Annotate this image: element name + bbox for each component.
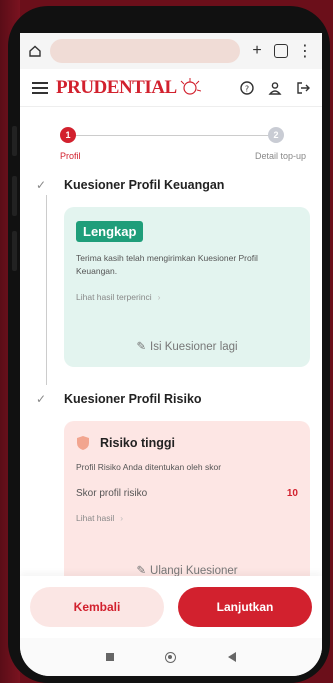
menu-icon[interactable] bbox=[32, 79, 48, 97]
check-icon: ✓ bbox=[36, 392, 47, 406]
step-1-circle: 1 bbox=[60, 127, 76, 143]
step-1-label: Profil bbox=[60, 151, 81, 161]
logo: PRUDENTIAL bbox=[56, 77, 201, 99]
risk-level: Risiko tinggi bbox=[100, 436, 175, 450]
app-header: PRUDENTIAL ? bbox=[20, 69, 322, 107]
back-nav-icon[interactable] bbox=[228, 652, 237, 662]
financial-section-header: ✓ Kuesioner Profil Keuangan bbox=[20, 171, 322, 199]
tabs-icon[interactable] bbox=[274, 44, 288, 58]
risk-result-link[interactable]: Lihat hasil › bbox=[76, 513, 298, 523]
recent-apps-icon[interactable] bbox=[105, 653, 114, 661]
risk-card: Risiko tinggi Profil Risiko Anda ditentu… bbox=[64, 421, 310, 591]
check-icon: ✓ bbox=[36, 178, 47, 192]
user-icon[interactable] bbox=[268, 81, 282, 95]
risk-score-row: Skor profil risiko 10 bbox=[76, 488, 298, 499]
volume-button-2 bbox=[12, 176, 17, 216]
financial-card: Lengkap Terima kasih telah mengirimkan K… bbox=[64, 207, 310, 367]
screen: + ⋮ PRUDENTIAL ? 1 2 Profil Detail top-u… bbox=[20, 33, 322, 676]
logout-icon[interactable] bbox=[296, 81, 310, 95]
step-2-circle: 2 bbox=[268, 127, 284, 143]
svg-text:?: ? bbox=[245, 84, 249, 93]
more-icon[interactable]: ⋮ bbox=[296, 41, 314, 61]
help-icon[interactable]: ? bbox=[240, 80, 254, 95]
stepper: 1 2 Profil Detail top-up bbox=[20, 107, 322, 171]
volume-button bbox=[12, 126, 17, 156]
risk-section-title: Kuesioner Profil Risiko bbox=[64, 392, 202, 406]
risk-card-text: Profil Risiko Anda ditentukan oleh skor bbox=[76, 462, 222, 472]
chevron-right-icon: › bbox=[120, 513, 124, 523]
timeline-line bbox=[46, 195, 47, 385]
power-button bbox=[12, 231, 17, 271]
chevron-right-icon: › bbox=[157, 292, 161, 302]
repeat-questionnaire-button[interactable]: ✎ Ulangi Kuesioner bbox=[64, 563, 310, 577]
risk-section-header: ✓ Kuesioner Profil Risiko bbox=[20, 385, 322, 413]
bottom-action-bar: Kembali Lanjutkan bbox=[20, 576, 322, 638]
stepper-line bbox=[70, 135, 276, 136]
system-navigation bbox=[20, 638, 322, 676]
new-tab-icon[interactable]: + bbox=[248, 42, 266, 60]
browser-toolbar: + ⋮ bbox=[20, 33, 322, 69]
financial-section-title: Kuesioner Profil Keuangan bbox=[64, 178, 225, 192]
pencil-icon: ✎ bbox=[136, 341, 147, 353]
shield-icon bbox=[77, 436, 89, 450]
financial-details-link[interactable]: Lihat hasil terperinci › bbox=[76, 292, 298, 302]
continue-button[interactable]: Lanjutkan bbox=[178, 587, 312, 627]
financial-card-text: Terima kasih telah mengirimkan Kuesioner… bbox=[76, 253, 258, 276]
logo-mark-icon bbox=[180, 77, 201, 95]
home-nav-icon[interactable] bbox=[165, 651, 177, 663]
step-2-label: Detail top-up bbox=[254, 151, 306, 161]
back-button[interactable]: Kembali bbox=[30, 587, 164, 627]
logo-text: PRUDENTIAL bbox=[56, 76, 177, 98]
risk-score-value: 10 bbox=[286, 488, 298, 499]
home-icon[interactable] bbox=[28, 44, 42, 58]
url-bar[interactable] bbox=[50, 39, 240, 63]
refill-questionnaire-button[interactable]: ✎ Isi Kuesioner lagi bbox=[64, 339, 310, 353]
status-badge: Lengkap bbox=[76, 221, 144, 242]
risk-score-label: Skor profil risiko bbox=[76, 488, 148, 499]
